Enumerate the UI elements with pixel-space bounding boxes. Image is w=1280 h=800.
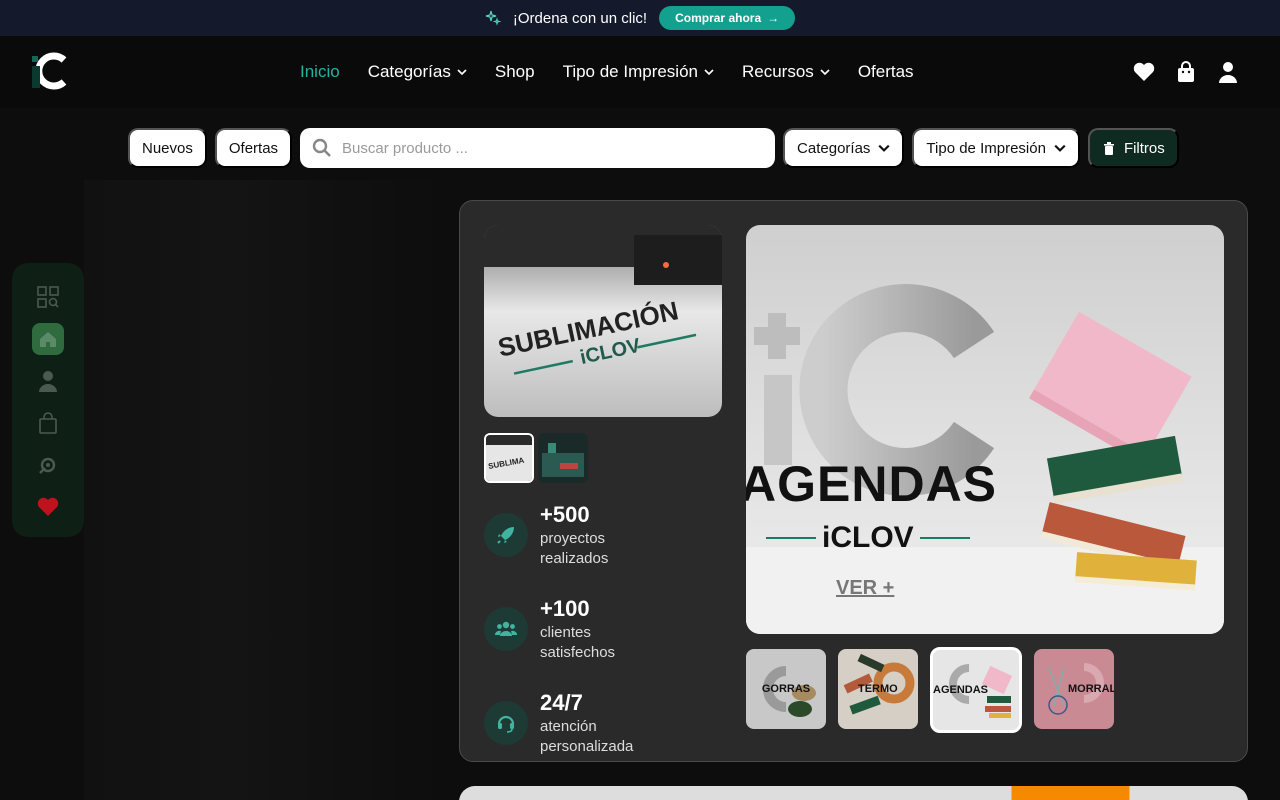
stat-item: 24/7 atención personalizada [484,689,650,757]
main-nav: Inicio Categorías Shop Tipo de Impresión… [300,60,914,84]
hero-brand-line [919,537,970,539]
next-section-preview [459,786,1248,800]
thumbnail-label: TERMO [858,682,898,695]
home-icon[interactable] [32,323,64,355]
stat-label: atención personalizada [540,718,634,755]
heart-icon[interactable] [32,491,64,523]
tools-icon[interactable] [32,449,64,481]
sublimacion-banner[interactable]: SUBLIMACIÓN iCLOV [484,225,722,417]
thumbnail-label: GORRAS [761,682,811,695]
filter-bar: Nuevos Ofertas Categorías Tipo de Impres… [128,128,1179,168]
headset-icon [484,701,528,745]
nuevos-label: Nuevos [142,139,193,157]
stat-item: +100 clientes satisfechos [484,595,650,663]
sparkle-icon [485,10,501,26]
nav-recursos[interactable]: Recursos [742,60,830,84]
nav-categorias-label: Categorías [367,62,451,81]
buy-now-label: Comprar ahora [675,11,762,25]
ofertas-label: Ofertas [228,139,279,157]
nav-inicio-label: Inicio [300,62,340,81]
search-icon [312,138,331,157]
stat-number: +100 [540,596,590,621]
side-nav [12,263,84,537]
nav-shop-label: Shop [494,62,535,81]
hero-brand-text: iCLOV [822,521,914,554]
iclov-logo[interactable] [30,50,72,92]
buy-now-button[interactable]: Comprar ahora → [659,6,796,30]
nav-categorias[interactable]: Categorías [368,60,467,84]
nav-tipo-impresion[interactable]: Tipo de Impresión [563,60,714,84]
hero-title: AGENDAS [746,456,998,512]
nav-ofertas-label: Ofertas [857,62,914,81]
trash-icon [1103,142,1114,155]
ofertas-button[interactable]: Ofertas [214,128,293,168]
bag-icon[interactable] [32,407,64,439]
search-box [300,128,776,168]
agendas-hero-banner[interactable]: AGENDAS iCLOV VER + [746,225,1224,634]
heart-icon[interactable] [1132,60,1156,84]
thumbnail-gorras[interactable]: GORRAS [746,649,826,729]
chevron-down-icon [1054,144,1066,152]
thumbnail-termo[interactable]: TERMO [838,649,918,729]
categorias-dropdown[interactable]: Categorías [783,128,905,168]
nuevos-button[interactable]: Nuevos [128,128,207,168]
chevron-down-icon [704,69,714,76]
tipo-impresion-dropdown[interactable]: Tipo de Impresión [912,128,1080,168]
nav-inicio[interactable]: Inicio [300,60,340,84]
search-input[interactable] [342,139,743,157]
left-background [84,180,444,800]
arrow-right-icon: → [767,11,780,25]
shopping-bag-icon[interactable] [1174,60,1198,84]
tipo-impresion-label: Tipo de Impresión [926,139,1046,157]
stat-item: +500 proyectos realizados [484,501,650,569]
filtros-button[interactable]: Filtros [1087,128,1179,168]
thumbnail-sublimacion[interactable]: SUBLIMA [484,433,534,483]
header-icons [1132,60,1240,84]
thumbnail-morral[interactable]: MORRAL [1034,649,1114,729]
categorias-label: Categorías [797,139,871,157]
user-icon[interactable] [1216,60,1240,84]
product-thumbnails: GORRAS TERMO AGENDAS MORRAL [746,647,1114,733]
ver-mas-link[interactable]: VER + [836,577,894,600]
thumbnail-label: MORRAL [1068,682,1114,695]
thumbnail-printer[interactable] [538,433,588,483]
nav-ofertas[interactable]: Ofertas [858,60,914,84]
chevron-down-icon [457,69,467,76]
featured-card: SUBLIMACIÓN iCLOV SUBLIMA +500 proyectos… [459,200,1248,762]
site-header: Inicio Categorías Shop Tipo de Impresión… [0,36,1280,108]
chevron-down-icon [820,69,830,76]
qr-search-icon[interactable] [32,281,64,313]
stat-number: 24/7 [540,690,583,715]
promo-message: ¡Ordena con un clic! [512,9,648,27]
user-icon[interactable] [32,365,64,397]
sub-thumbnails: SUBLIMA [484,433,588,483]
nav-tipo-label: Tipo de Impresión [562,62,698,81]
hero-brand: iCLOV [766,521,970,555]
thumbnail-label: AGENDAS [933,683,989,696]
chevron-down-icon [878,144,890,152]
filtros-label: Filtros [1123,139,1165,157]
rocket-icon [484,513,528,557]
thumbnail-agendas[interactable]: AGENDAS [930,647,1022,733]
stat-label: clientes satisfechos [540,624,616,661]
stat-number: +500 [540,502,590,527]
stat-label: proyectos realizados [540,530,609,567]
nav-shop[interactable]: Shop [495,60,535,84]
nav-recursos-label: Recursos [742,62,814,81]
hero-brand-line [766,537,816,539]
promo-bar: ¡Ordena con un clic! Comprar ahora → [0,0,1280,36]
users-icon [484,607,528,651]
stats-list: +500 proyectos realizados +100 clientes … [484,501,650,783]
